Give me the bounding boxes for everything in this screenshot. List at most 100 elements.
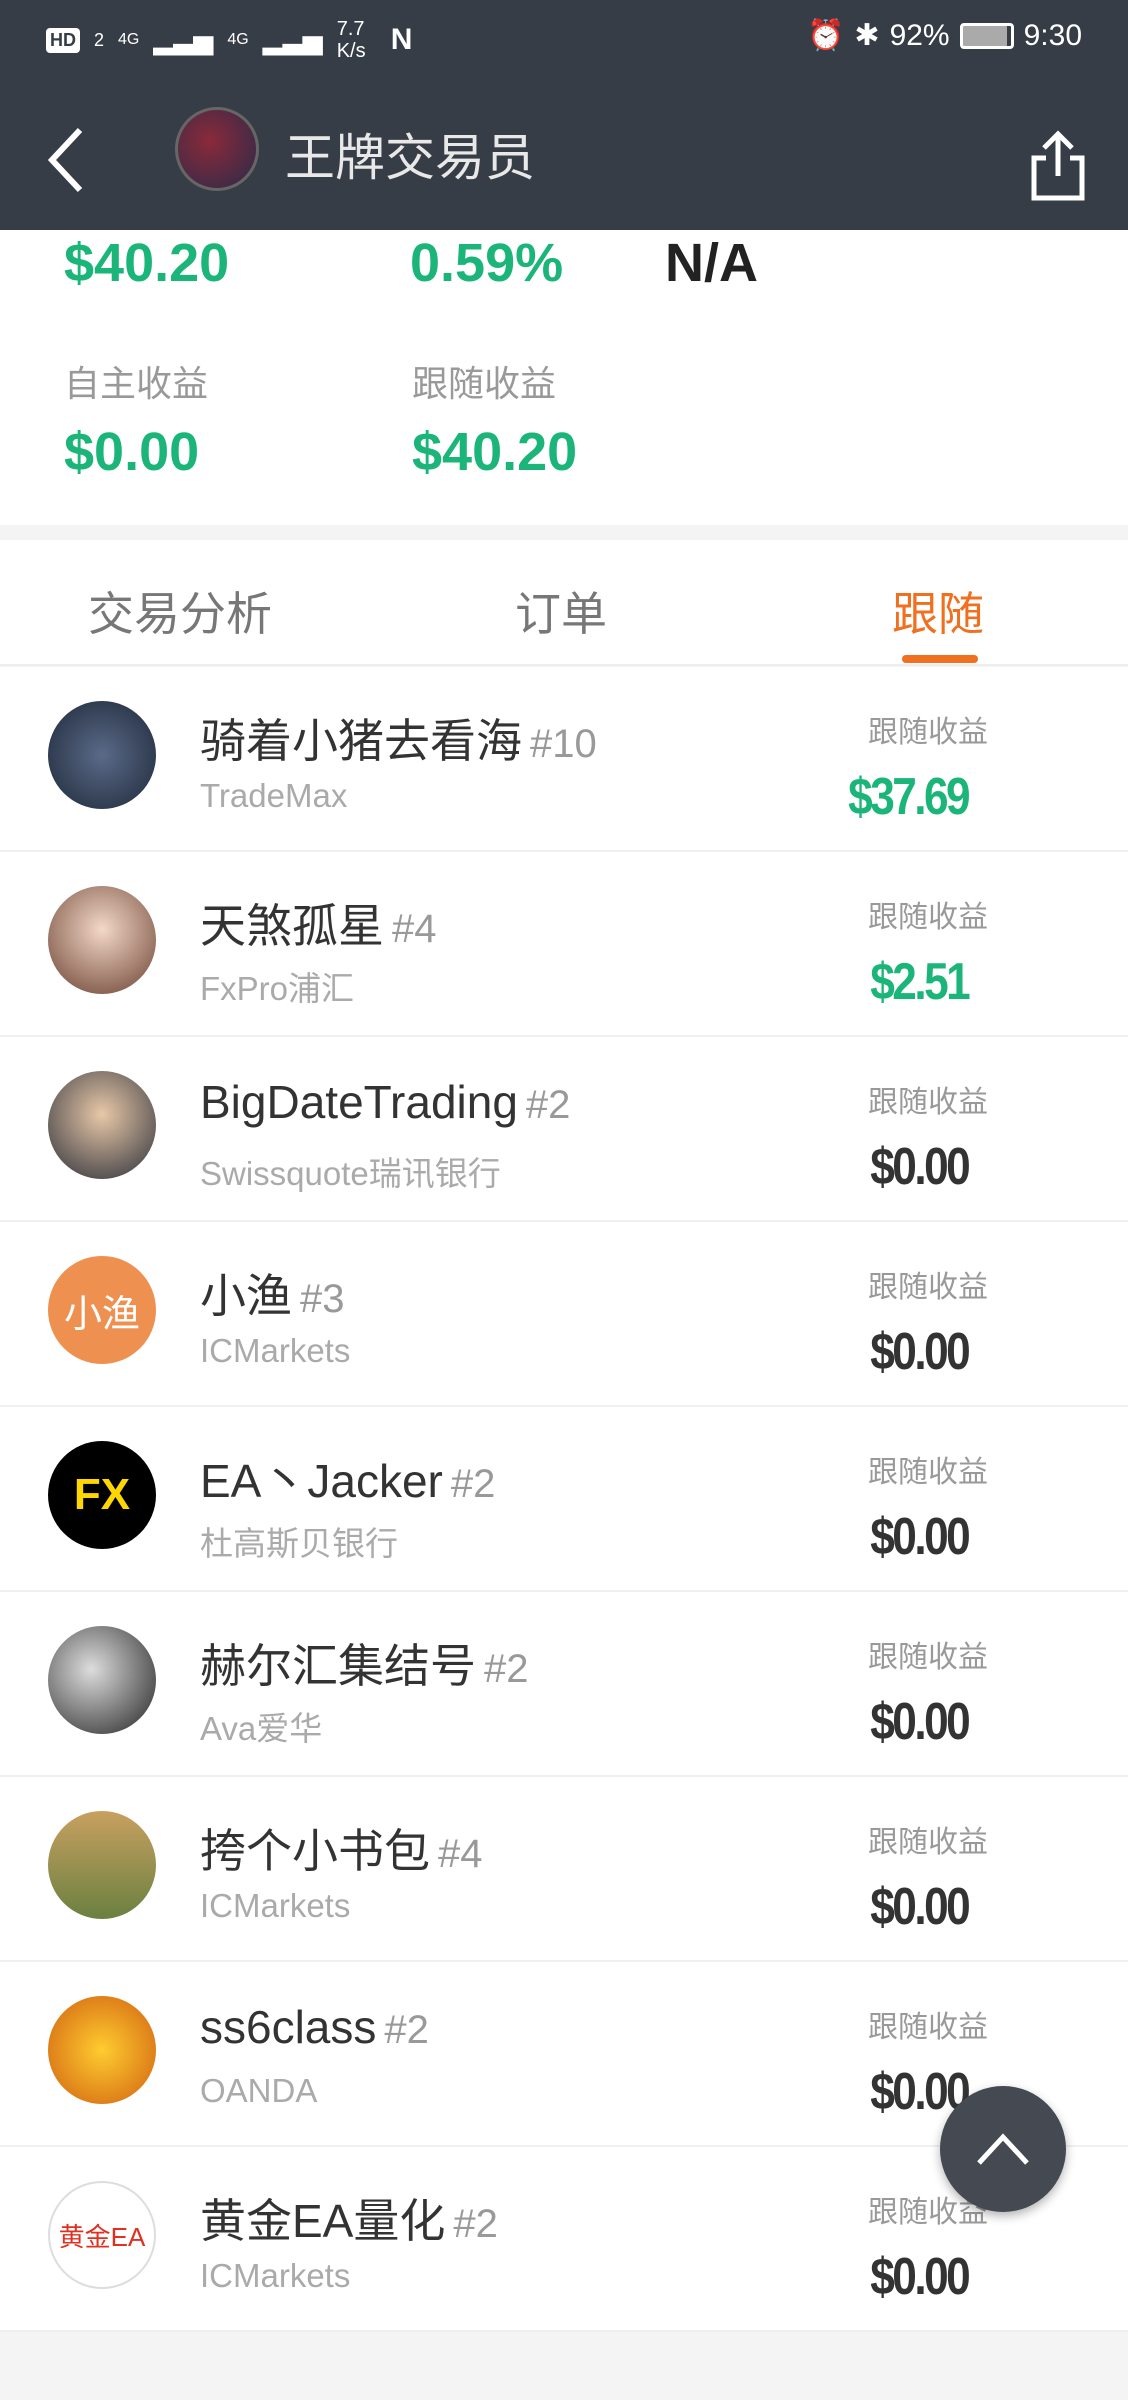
follower-rank: #2 (525, 1083, 571, 1127)
name-text: ss6class (200, 2001, 377, 2053)
follower-row[interactable]: 赫尔汇集结号 #2 Ava爱华 跟随收益 $0.00 (0, 1592, 1128, 1777)
tab-orders[interactable]: 订单 (515, 578, 607, 644)
follower-broker: Swissquote瑞讯银行 (200, 1155, 501, 1192)
follow-profit-label: 跟随收益 (868, 901, 988, 934)
scroll-to-top-button[interactable] (940, 2086, 1066, 2212)
name-text: 赫尔汇集结号 (200, 1640, 476, 1692)
follower-row[interactable]: 天煞孤星 #4 FxPro浦汇 跟随收益 $2.51 (0, 852, 1128, 1037)
follower-avatar (48, 886, 156, 994)
hd-icon: HD (46, 27, 80, 53)
tab-follow[interactable]: 跟随 (892, 578, 984, 644)
follow-profit-label: 跟随收益 (868, 2011, 988, 2044)
name-text: EA丶Jacker (200, 1455, 443, 1507)
stat-value: $0.00 (64, 422, 200, 482)
avatar-text: FX (73, 1470, 131, 1519)
follower-avatar: FX (48, 1441, 156, 1549)
avatar-text: 小渔 (63, 1293, 140, 1336)
follower-rank: #4 (438, 1832, 483, 1876)
follower-row[interactable]: 挎个小书包 #4 ICMarkets 跟随收益 $0.00 (0, 1777, 1128, 1962)
follow-profit-label: 跟随收益 (868, 716, 988, 749)
trader-avatar (175, 107, 259, 191)
follower-name: 黄金EA量化 #2 (200, 2185, 498, 2251)
stat-value-na: N/A (665, 233, 758, 293)
follower-name: EA丶Jacker #2 (200, 1445, 495, 1511)
follower-row[interactable]: 小渔 小渔 #3 ICMarkets 跟随收益 $0.00 (0, 1222, 1128, 1407)
follower-row[interactable]: 骑着小猪去看海 #10 TradeMax 跟随收益 $37.69 (0, 667, 1128, 852)
follower-name: ss6class #2 (200, 2000, 429, 2054)
follower-broker: FxPro浦汇 (200, 970, 355, 1007)
sim-2-label: 2 (94, 29, 105, 50)
follower-rank: #2 (384, 2008, 429, 2052)
signal-bars-icon: ▂▃▅ (262, 24, 323, 55)
tab-analysis[interactable]: 交易分析 (88, 578, 272, 644)
tab-bar: 交易分析 订单 跟随 (0, 540, 1128, 666)
follower-broker: ICMarkets (200, 1332, 351, 1369)
follower-rank: #4 (392, 907, 437, 951)
follow-profit-label: 跟随收益 (868, 1271, 988, 1304)
name-text: 挎个小书包 (200, 1825, 430, 1877)
stat-label: 自主收益 (64, 363, 209, 404)
follower-rank: #3 (300, 1277, 345, 1321)
follower-avatar (48, 1071, 156, 1179)
status-bar: HD 2 4G ▂▃▅ 4G ▂▃▅ 7.7 K/s N ⏰ ✱ 92% 9:30 (0, 0, 1128, 90)
nfc-icon: N (390, 23, 413, 56)
clock: 9:30 (1023, 18, 1082, 52)
signal-icon: 4G (118, 31, 140, 48)
follower-name: 骑着小猪去看海 #10 (200, 705, 597, 771)
share-icon[interactable] (1028, 128, 1088, 202)
active-tab-indicator (902, 655, 978, 663)
follow-profit-value: $37.69 (848, 768, 970, 826)
follower-rank: #2 (453, 2202, 498, 2246)
follower-rank: #2 (484, 1647, 529, 1691)
app-header: 王牌交易员 (0, 90, 1128, 230)
follow-profit-value: $2.51 (870, 953, 970, 1011)
follow-profit-label: 跟随收益 (868, 1826, 988, 1859)
avatar-text: 黄金EA (58, 2221, 146, 2252)
follower-broker: Ava爱华 (200, 1710, 323, 1747)
follow-profit-value: $0.00 (870, 1878, 970, 1936)
follow-profit-value: $0.00 (870, 1693, 970, 1751)
alarm-icon: ⏰ (807, 19, 845, 52)
follower-row[interactable]: FX EA丶Jacker #2 杜高斯贝银行 跟随收益 $0.00 (0, 1407, 1128, 1592)
follower-broker: ICMarkets (200, 2257, 351, 2294)
follower-row[interactable]: BigDateTrading #2 Swissquote瑞讯银行 跟随收益 $0.… (0, 1037, 1128, 1222)
follower-broker: 杜高斯贝银行 (200, 1525, 398, 1562)
stat-value-total: $40.20 (64, 233, 230, 293)
follower-name: BigDateTrading #2 (200, 1075, 570, 1129)
follower-avatar (48, 1626, 156, 1734)
chevron-up-icon (977, 2133, 1029, 2165)
follower-name: 挎个小书包 #4 (200, 1815, 483, 1881)
follower-name: 赫尔汇集结号 #2 (200, 1630, 529, 1696)
follower-name: 天煞孤星 #4 (200, 890, 437, 956)
follower-avatar: 黄金EA (48, 2181, 156, 2289)
name-text: BigDateTrading (200, 1076, 518, 1128)
name-text: 骑着小猪去看海 (200, 715, 522, 767)
follower-list: 骑着小猪去看海 #10 TradeMax 跟随收益 $37.69 天煞孤星 #4 F… (0, 667, 1128, 2332)
back-icon[interactable] (40, 120, 100, 200)
follower-broker: ICMarkets (200, 1887, 351, 1924)
name-text: 小渔 (200, 1270, 292, 1322)
stat-value: $40.20 (412, 422, 578, 482)
follower-broker: TradeMax (200, 777, 348, 814)
follower-avatar: 小渔 (48, 1256, 156, 1364)
stat-value-rate: 0.59% (410, 233, 564, 293)
follower-name: 小渔 #3 (200, 1260, 345, 1326)
stat-self-profit: 自主收益 $0.00 (64, 355, 208, 483)
follow-profit-label: 跟随收益 (868, 1641, 988, 1674)
net-speed: 7.7 K/s (336, 18, 366, 62)
follower-avatar (48, 701, 156, 809)
signal-icon-2: 4G (227, 31, 249, 48)
name-text: 黄金EA量化 (200, 2195, 446, 2247)
bluetooth-icon: ✱ (854, 19, 880, 52)
battery-icon (959, 22, 1014, 49)
follow-profit-value: $0.00 (870, 1508, 970, 1566)
follow-profit-value: $0.00 (870, 1323, 970, 1381)
stat-follow-profit: 跟随收益 $40.20 (412, 355, 577, 483)
follower-rank: #10 (530, 722, 597, 766)
follower-rank: #2 (450, 1462, 496, 1506)
follower-avatar (48, 1811, 156, 1919)
page-title: 王牌交易员 (285, 130, 535, 186)
follow-profit-label: 跟随收益 (868, 1086, 988, 1119)
follow-profit-value: $0.00 (870, 1138, 970, 1196)
follower-avatar (48, 1996, 156, 2104)
